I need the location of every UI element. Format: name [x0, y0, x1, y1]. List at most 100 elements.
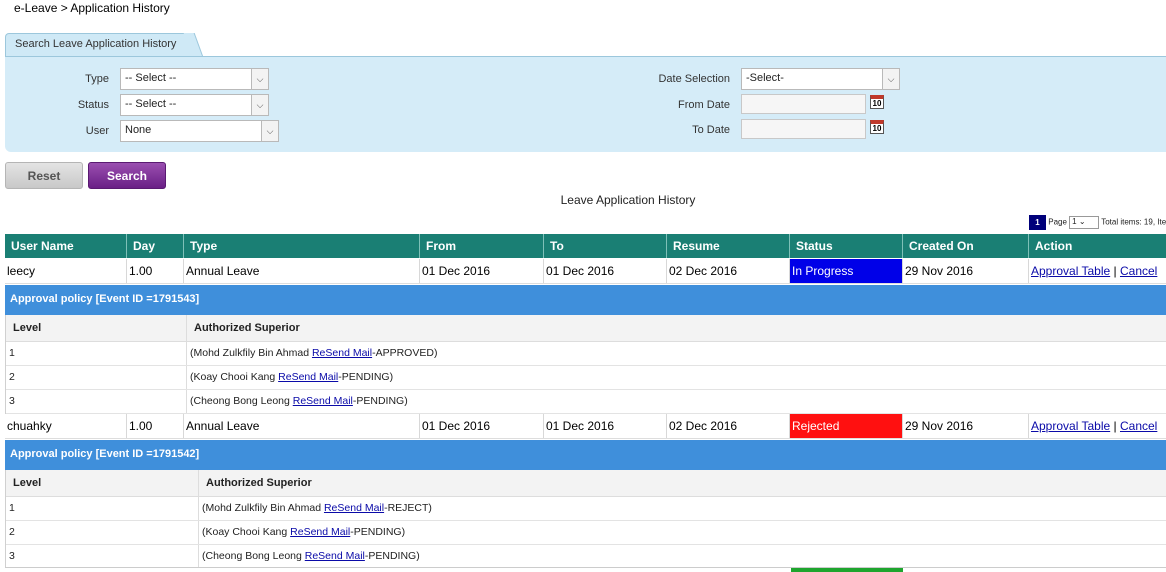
superior-header: Authorized Superior: [206, 477, 312, 489]
status-select[interactable]: -- Select -- ⌵: [120, 94, 269, 116]
superior-name: (Cheong Bong Leong: [202, 550, 305, 562]
page-current-button[interactable]: 1: [1029, 215, 1046, 230]
approval-result: -PENDING): [338, 371, 394, 383]
search-button[interactable]: Search: [88, 162, 166, 189]
cell-type: Annual Leave: [184, 259, 420, 283]
resend-mail-link[interactable]: ReSend Mail: [290, 526, 350, 538]
table-header: User Name Day Type From To Resume Status…: [5, 234, 1166, 258]
approval-row: 1 (Mohd Zulkfily Bin Ahmad ReSend Mail-A…: [6, 342, 1166, 366]
cell-created: 29 Nov 2016: [903, 414, 1029, 438]
superior-name: (Mohd Zulkfily Bin Ahmad: [202, 502, 324, 514]
type-label: Type: [85, 73, 109, 85]
status-badge: In Progress: [790, 259, 903, 283]
col-from[interactable]: From: [420, 234, 544, 258]
status-select-value: -- Select --: [125, 98, 177, 110]
approval-level: 3: [6, 390, 187, 413]
cell-type: Annual Leave: [184, 414, 420, 438]
superior-name: (Koay Chooi Kang: [202, 526, 291, 538]
approval-level: 1: [6, 497, 199, 520]
calendar-icon[interactable]: 10: [870, 120, 884, 134]
to-date-input[interactable]: [741, 119, 866, 139]
to-date-label: To Date: [692, 124, 730, 136]
approval-superior: (Koay Chooi Kang ReSend Mail-PENDING): [199, 521, 408, 544]
superior-header: Authorized Superior: [194, 322, 300, 334]
tab-search-leave-history[interactable]: Search Leave Application History: [5, 33, 193, 57]
approval-table-link[interactable]: Approval Table: [1031, 264, 1110, 278]
page-select[interactable]: 1 ⌄: [1069, 216, 1100, 229]
total-items: Total items: 19, Ite: [1101, 217, 1166, 227]
calendar-icon[interactable]: 10: [870, 95, 884, 109]
cell-day: 1.00: [127, 414, 184, 438]
user-label: User: [85, 125, 109, 137]
level-header: Level: [6, 315, 187, 341]
col-to[interactable]: To: [544, 234, 667, 258]
superior-name: (Koay Chooi Kang: [190, 371, 279, 383]
table-title: Leave Application History: [560, 193, 696, 207]
chevron-down-icon: ⌵: [261, 121, 278, 141]
reset-button[interactable]: Reset: [5, 162, 83, 189]
from-date-label: From Date: [678, 99, 730, 111]
approval-result: -APPROVED): [372, 347, 438, 359]
approval-superior: (Cheong Bong Leong ReSend Mail-PENDING): [187, 390, 411, 413]
pager: 1 Page 1 ⌄ Total items: 19, Ite: [1029, 215, 1166, 231]
approval-policy-header: Approval policy [Event ID =1791543]: [5, 285, 1166, 315]
cancel-link[interactable]: Cancel: [1120, 419, 1157, 433]
date-selection-select[interactable]: -Select- ⌵: [741, 68, 900, 90]
cell-to: 01 Dec 2016: [544, 414, 667, 438]
approval-level: 2: [6, 366, 187, 389]
cell-action: Approval Table | Cancel: [1029, 414, 1166, 438]
col-status[interactable]: Status: [790, 234, 903, 258]
status-badge: [791, 568, 903, 572]
page-select-value: 1: [1072, 217, 1077, 226]
cancel-link[interactable]: Cancel: [1120, 264, 1157, 278]
search-panel: Type -- Select -- ⌵ Status -- Select -- …: [5, 56, 1166, 152]
col-user-name[interactable]: User Name: [5, 234, 127, 258]
superior-name: (Mohd Zulkfily Bin Ahmad: [190, 347, 312, 359]
approval-result: -PENDING): [350, 526, 406, 538]
cell-action: Approval Table | Cancel: [1029, 259, 1166, 283]
resend-mail-link[interactable]: ReSend Mail: [305, 550, 365, 562]
resend-mail-link[interactable]: ReSend Mail: [278, 371, 338, 383]
approval-row: 2 (Koay Chooi Kang ReSend Mail-PENDING): [6, 521, 1166, 545]
from-date-input[interactable]: [741, 94, 866, 114]
cell-day: 1.00: [127, 259, 184, 283]
col-created-on[interactable]: Created On: [903, 234, 1029, 258]
resend-mail-link[interactable]: ReSend Mail: [312, 347, 372, 359]
resend-mail-link[interactable]: ReSend Mail: [324, 502, 384, 514]
approval-table-header: Level Authorized Superior: [6, 470, 1166, 497]
approval-superior: (Mohd Zulkfily Bin Ahmad ReSend Mail-REJ…: [199, 497, 435, 520]
cell-from: 01 Dec 2016: [420, 259, 544, 283]
col-resume[interactable]: Resume: [667, 234, 790, 258]
chevron-down-icon: ⌵: [251, 95, 268, 115]
approval-table: Level Authorized Superior 1 (Mohd Zulkfi…: [5, 315, 1166, 415]
user-select[interactable]: None ⌵: [120, 120, 279, 142]
chevron-down-icon: ⌵: [251, 69, 268, 89]
approval-result: -REJECT): [384, 502, 432, 514]
cell-to: 01 Dec 2016: [544, 259, 667, 283]
approval-superior: (Koay Chooi Kang ReSend Mail-PENDING): [187, 366, 396, 389]
col-action[interactable]: Action: [1029, 234, 1166, 258]
page-label: Page: [1048, 217, 1067, 227]
approval-row: 3 (Cheong Bong Leong ReSend Mail-PENDING…: [6, 545, 1166, 569]
chevron-down-icon: ⌵: [882, 69, 899, 89]
status-badge: Rejected: [790, 414, 903, 438]
breadcrumb: e-Leave > Application History: [14, 1, 170, 15]
approval-table-header: Level Authorized Superior: [6, 315, 1166, 342]
approval-superior: (Mohd Zulkfily Bin Ahmad ReSend Mail-APP…: [187, 342, 440, 365]
col-type[interactable]: Type: [184, 234, 420, 258]
approval-level: 1: [6, 342, 187, 365]
cell-from: 01 Dec 2016: [420, 414, 544, 438]
action-separator: |: [1113, 419, 1117, 433]
table-row: chuahky 1.00 Annual Leave 01 Dec 2016 01…: [5, 414, 1166, 439]
approval-table-link[interactable]: Approval Table: [1031, 419, 1110, 433]
status-label: Status: [77, 99, 109, 111]
type-select[interactable]: -- Select -- ⌵: [120, 68, 269, 90]
approval-table: Level Authorized Superior 1 (Mohd Zulkfi…: [5, 470, 1166, 570]
approval-level: 3: [6, 545, 199, 568]
next-row-edge: [5, 567, 1166, 572]
cell-created: 29 Nov 2016: [903, 259, 1029, 283]
table-row: leecy 1.00 Annual Leave 01 Dec 2016 01 D…: [5, 259, 1166, 284]
col-day[interactable]: Day: [127, 234, 184, 258]
resend-mail-link[interactable]: ReSend Mail: [293, 395, 353, 407]
date-selection-label: Date Selection: [658, 73, 730, 85]
